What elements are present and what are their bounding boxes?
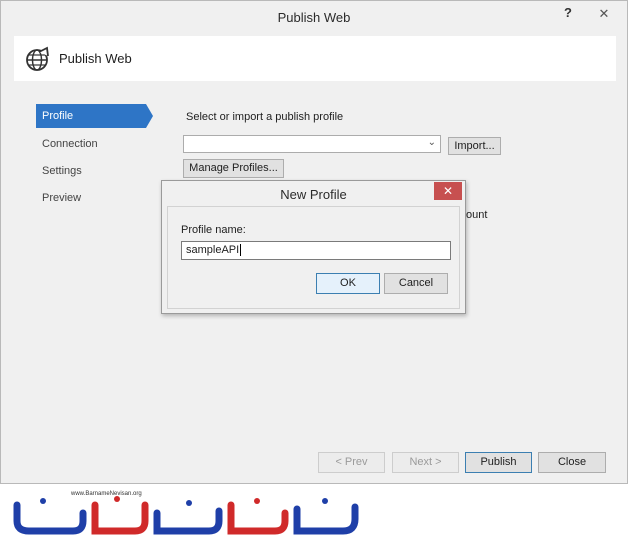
dialog-title: New Profile: [280, 187, 347, 202]
window-close-button[interactable]: ✕: [585, 5, 623, 23]
text-caret: [240, 244, 242, 257]
cancel-button[interactable]: Cancel: [384, 273, 448, 294]
profile-section-label: Select or import a publish profile: [186, 111, 344, 123]
close-button[interactable]: Close: [538, 452, 606, 473]
publish-button[interactable]: Publish: [465, 452, 532, 473]
wizard-nav: Profile Connection Settings Preview: [36, 104, 156, 212]
dialog-body: Profile name: sampleAPI OK Cancel: [167, 206, 460, 309]
help-button[interactable]: ?: [557, 5, 579, 23]
new-profile-dialog: New Profile ✕ Profile name: sampleAPI OK…: [161, 180, 466, 314]
partially-hidden-text: ount: [466, 209, 488, 221]
profile-select[interactable]: ⌄: [183, 135, 441, 153]
site-watermark-logo: www.BarnameNevisan.org: [13, 491, 363, 537]
nav-item-settings[interactable]: Settings: [36, 158, 156, 185]
title-bar: Publish Web ? ✕: [1, 1, 627, 33]
prev-button[interactable]: < Prev: [318, 452, 385, 473]
dialog-close-button[interactable]: ✕: [434, 182, 462, 200]
import-button[interactable]: Import...: [448, 137, 501, 155]
header-title: Publish Web: [59, 51, 132, 66]
next-button[interactable]: Next >: [392, 452, 459, 473]
manage-profiles-button[interactable]: Manage Profiles...: [183, 159, 284, 178]
profile-name-value: sampleAPI: [186, 244, 240, 256]
header-banner: Publish Web: [14, 36, 616, 81]
nav-item-profile[interactable]: Profile: [36, 104, 153, 128]
watermark-logo-graphic: [13, 496, 359, 535]
globe-publish-icon: [26, 46, 49, 71]
ok-button[interactable]: OK: [316, 273, 380, 294]
chevron-down-icon: ⌄: [427, 137, 436, 148]
window-title: Publish Web: [277, 10, 351, 25]
nav-item-connection[interactable]: Connection: [36, 131, 156, 158]
profile-name-input[interactable]: sampleAPI: [181, 241, 451, 260]
profile-name-label: Profile name:: [181, 224, 246, 236]
nav-item-preview[interactable]: Preview: [36, 185, 156, 212]
